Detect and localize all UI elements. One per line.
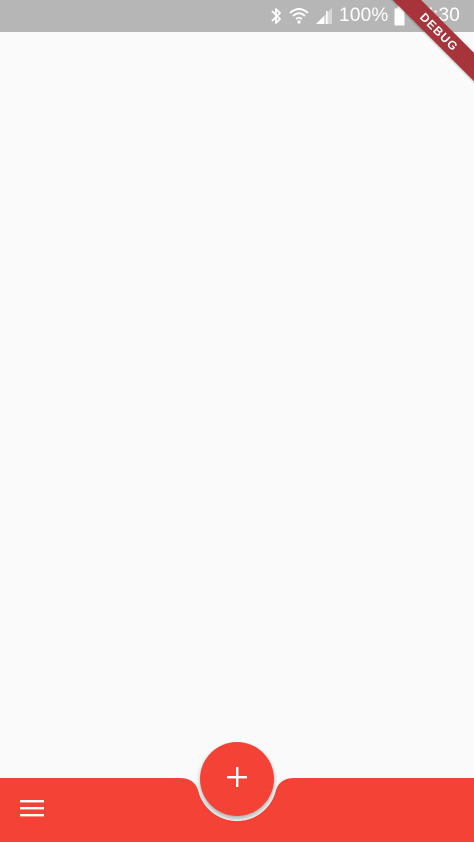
bluetooth-icon [269,6,283,26]
menu-button[interactable] [10,792,54,828]
signal-icon [315,7,333,25]
add-fab-button[interactable] [200,742,274,816]
wifi-icon [289,7,309,25]
add-icon [225,765,249,794]
app-screen: 100% 17:30 DEBUG [0,0,474,842]
main-content [0,32,474,778]
menu-icon [19,798,45,823]
battery-percentage: 100% [339,5,389,26]
